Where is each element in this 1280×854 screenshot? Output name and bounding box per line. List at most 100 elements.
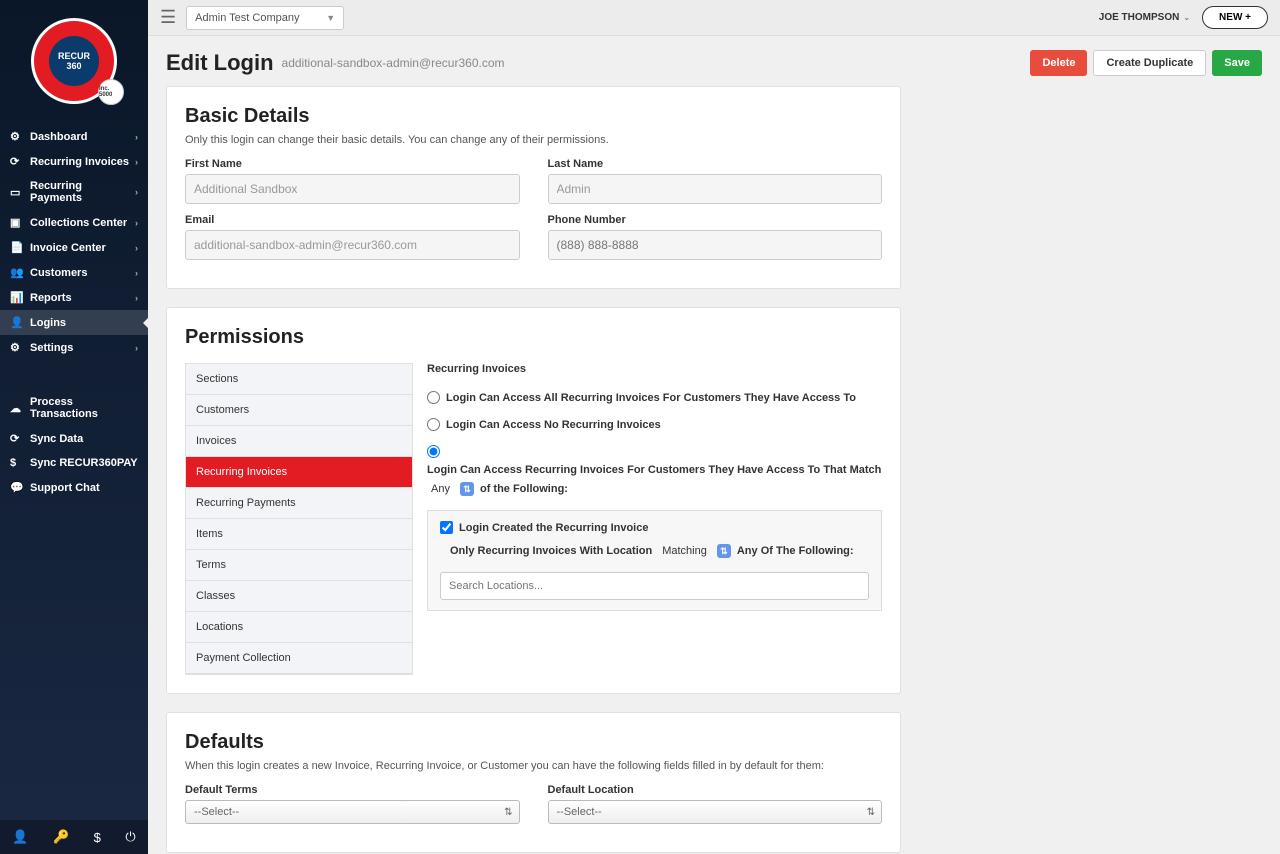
sidebar-item-process-transactions[interactable]: ☁ Process Transactions [0,390,148,426]
perm-chk1-label: Login Created the Recurring Invoice [459,522,648,534]
user-name: JOE THOMPSON [1099,12,1180,23]
sidebar-item-customers[interactable]: 👥Customers› [0,260,148,285]
perm-tab-recurring-payments[interactable]: Recurring Payments [186,488,412,519]
sidebar-item-sync-recur360pay[interactable]: $ Sync RECUR360PAY [0,451,148,475]
user-menu[interactable]: JOE THOMPSON ⌄ [1099,12,1190,23]
sidebar-item-support-chat[interactable]: 💬Support Chat [0,475,148,500]
nav-label: Logins [30,317,138,329]
sidebar-item-dashboard[interactable]: ⚙Dashboard› [0,124,148,149]
permissions-panel: Permissions SectionsCustomersInvoicesRec… [166,307,901,694]
logo-main-text: RECUR [58,51,90,61]
defaults-title: Defaults [185,731,882,754]
content: Edit Login additional-sandbox-admin@recu… [148,36,1280,854]
radio-all[interactable] [427,391,440,404]
perm-tab-sections[interactable]: Sections [186,364,412,395]
nav-icon: ☁ [10,402,24,415]
dropdown-icon[interactable]: ⇅ [717,544,731,558]
company-select[interactable]: Admin Test Company ▼ [186,6,344,30]
permissions-tabs: SectionsCustomersInvoicesRecurring Invoi… [185,363,413,675]
nav-label: Support Chat [30,482,138,494]
duplicate-button[interactable]: Create Duplicate [1093,50,1206,76]
new-button[interactable]: NEW + [1202,6,1268,29]
key-icon[interactable]: 🔑 [53,829,69,845]
default-terms-label: Default Terms [185,784,520,796]
perm-tab-items[interactable]: Items [186,519,412,550]
user-icon[interactable]: 👤 [12,829,28,845]
last-name-label: Last Name [548,158,883,170]
sidebar-item-logins[interactable]: 👤 Logins [0,310,148,335]
nav-label: Recurring Invoices [30,156,135,168]
sidebar-item-recurring-invoices[interactable]: ⟳ Recurring Invoices› [0,149,148,174]
nav-label: Collections Center [30,217,135,229]
nav-icon: ⚙ [10,341,24,354]
chevron-right-icon: › [135,343,138,353]
first-name-input[interactable] [185,174,520,204]
perm-subbox: Login Created the Recurring Invoice Only… [427,510,882,611]
perm-tab-recurring-invoices[interactable]: Recurring Invoices [186,457,412,488]
perm-chk1[interactable]: Login Created the Recurring Invoice [440,521,869,534]
sidebar-item-reports[interactable]: 📊 Reports› [0,285,148,310]
logo: RECUR 360 Inc. 5000 [0,0,148,114]
basic-details-panel: Basic Details Only this login can change… [166,86,901,289]
sidebar-item-collections-center[interactable]: ▣Collections Center› [0,210,148,235]
sidebar-item-settings[interactable]: ⚙Settings› [0,335,148,360]
save-button[interactable]: Save [1212,50,1262,76]
sidebar-item-recurring-payments[interactable]: ▭Recurring Payments› [0,174,148,210]
nav-icon: 📊 [10,291,24,304]
default-location-select[interactable]: --Select-- [548,800,883,824]
basic-subtitle: Only this login can change their basic d… [185,134,882,146]
page-header: Edit Login additional-sandbox-admin@recu… [166,50,1262,76]
perm-tab-payment-collection[interactable]: Payment Collection [186,643,412,674]
perm-option-match[interactable]: Login Can Access Recurring Invoices For … [427,445,882,496]
topbar: ☰ Admin Test Company ▼ JOE THOMPSON ⌄ NE… [148,0,1280,36]
email-input[interactable] [185,230,520,260]
email-label: Email [185,214,520,226]
main: ☰ Admin Test Company ▼ JOE THOMPSON ⌄ NE… [148,0,1280,854]
power-icon[interactable]: ⏻ [125,829,135,845]
hamburger-icon[interactable]: ☰ [160,7,176,28]
nav-label: Reports [30,292,135,304]
last-name-input[interactable] [548,174,883,204]
perm-opt3c-label: of the Following: [480,483,568,495]
nav-label: Dashboard [30,131,135,143]
sidebar-item-sync-data[interactable]: ⟳Sync Data [0,426,148,451]
phone-input[interactable] [548,230,883,260]
dollar-icon[interactable]: $ [94,830,101,845]
perm-option-all[interactable]: Login Can Access All Recurring Invoices … [427,391,882,404]
default-location-label: Default Location [548,784,883,796]
nav-icon: 👤 [10,316,24,329]
delete-button[interactable]: Delete [1030,50,1087,76]
defaults-panel: Defaults When this login creates a new I… [166,712,901,853]
perm-option-none[interactable]: Login Can Access No Recurring Invoices [427,418,882,431]
chevron-right-icon: › [135,157,138,167]
nav-icon: ⟳ [10,432,24,445]
radio-match[interactable] [427,445,440,458]
perm-opt3a-label: Login Can Access Recurring Invoices For … [427,464,881,476]
nav-label: Process Transactions [30,396,138,420]
perm-tab-terms[interactable]: Terms [186,550,412,581]
chevron-right-icon: › [135,187,138,197]
checkbox-created[interactable] [440,521,453,534]
phone-label: Phone Number [548,214,883,226]
perm-tab-invoices[interactable]: Invoices [186,426,412,457]
perm-sub2a-label: Only Recurring Invoices With Location [450,545,652,557]
perm-tab-classes[interactable]: Classes [186,581,412,612]
nav-icon: ▭ [10,186,24,199]
perm-opt2-label: Login Can Access No Recurring Invoices [446,419,661,431]
perm-tab-locations[interactable]: Locations [186,612,412,643]
perm-sub2b-label: Matching [658,545,711,557]
sidebar-item-invoice-center[interactable]: 📄Invoice Center› [0,235,148,260]
nav-label: Sync RECUR360PAY [30,457,138,469]
perm-tab-customers[interactable]: Customers [186,395,412,426]
nav-icon: ⟳ [10,155,24,168]
location-search-input[interactable] [440,572,869,600]
default-terms-select[interactable]: --Select-- [185,800,520,824]
logo-inner: RECUR 360 [49,36,99,86]
radio-none[interactable] [427,418,440,431]
nav-icon: $ [10,457,24,469]
page-subtitle: additional-sandbox-admin@recur360.com [282,56,505,70]
nav-label: Customers [30,267,135,279]
dropdown-icon[interactable]: ⇅ [460,482,474,496]
chevron-right-icon: › [135,293,138,303]
defaults-subtitle: When this login creates a new Invoice, R… [185,760,882,772]
